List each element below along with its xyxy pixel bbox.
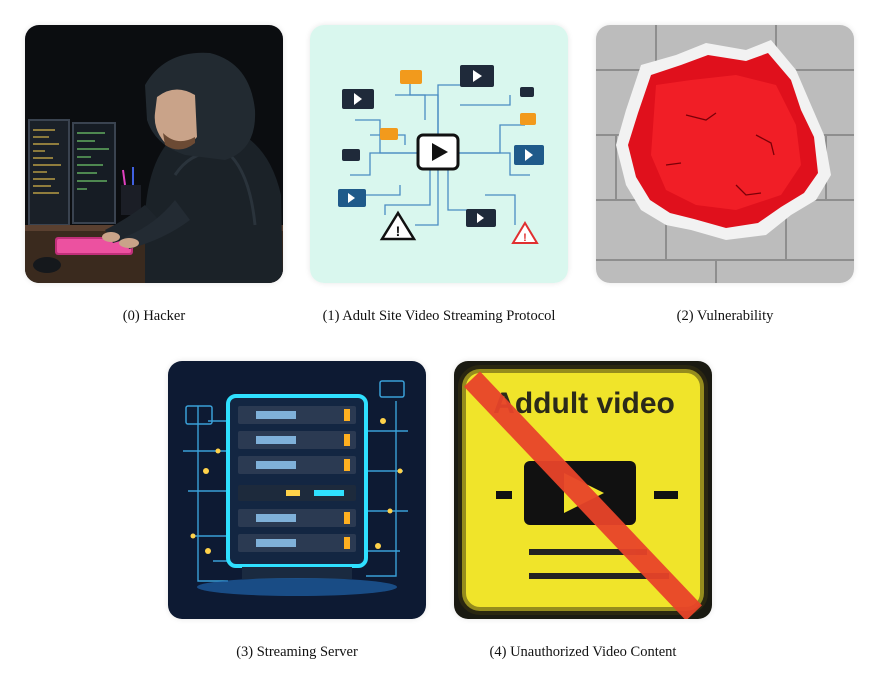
svg-text:!: ! [396, 223, 401, 239]
video-network-diagram-icon: ! ! [310, 25, 568, 283]
streaming-protocol-image: ! ! [310, 25, 568, 283]
crossed-out-video-icon: Addult video [454, 361, 712, 619]
caption-vulnerability: (2) Vulnerability [676, 308, 774, 324]
streaming-server-image [168, 361, 426, 619]
server-rack-icon [168, 361, 426, 619]
unauthorized-content-image: Addult video [454, 361, 712, 619]
caption-streaming-protocol: (1) Adult Site Video Streaming Protocol [322, 308, 556, 324]
caption-hacker: (0) Hacker [122, 308, 186, 324]
red-hole-in-wall-icon [596, 25, 854, 283]
caption-streaming-server: (3) Streaming Server [236, 644, 358, 660]
svg-text:!: ! [523, 232, 527, 244]
caption-unauthorized-content: (4) Unauthorized Video Content [489, 644, 677, 660]
hooded-hacker-icon [25, 25, 283, 283]
vulnerability-image [596, 25, 854, 283]
hacker-image [25, 25, 283, 283]
